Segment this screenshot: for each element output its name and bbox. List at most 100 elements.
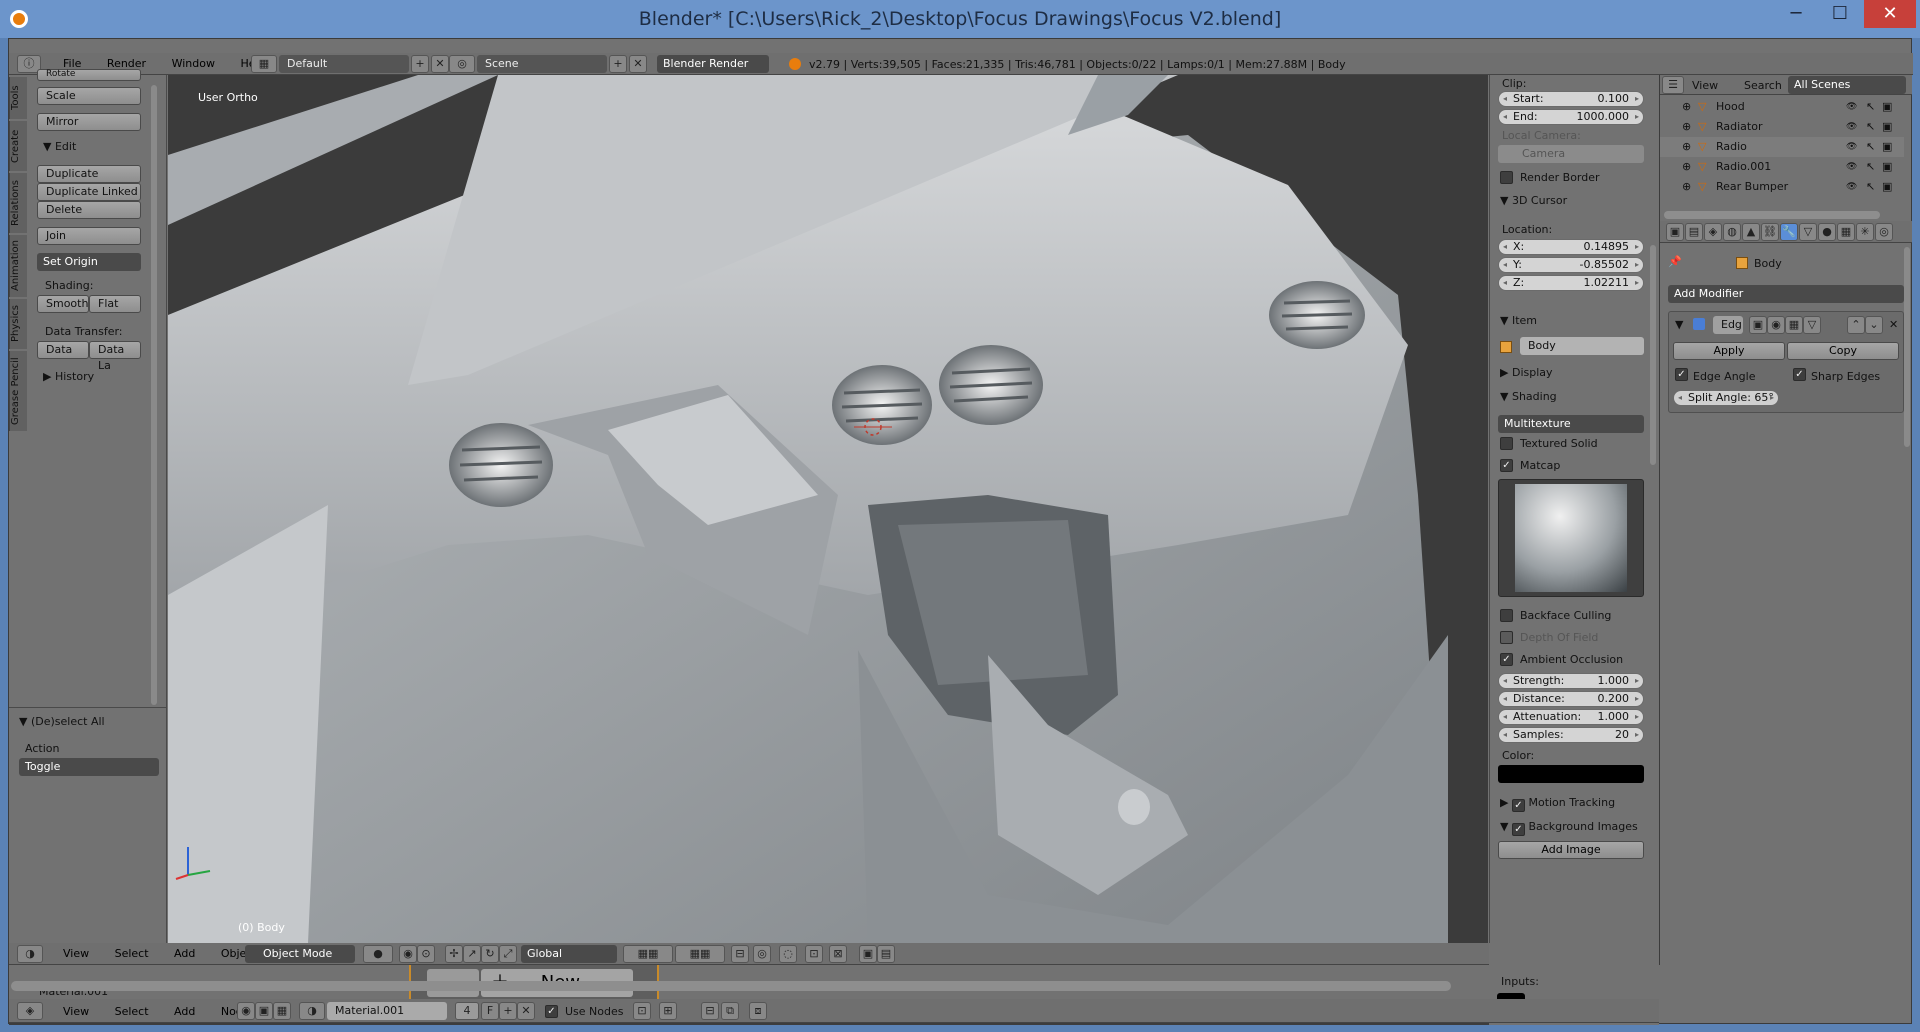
visibility-eye-icon[interactable]: 👁	[1846, 157, 1857, 177]
minimize-button[interactable]: ─	[1774, 0, 1818, 28]
visibility-eye-icon[interactable]: 👁	[1846, 97, 1857, 117]
data-tab-icon[interactable]: ▽	[1799, 223, 1817, 241]
scale-icon[interactable]: ⤢	[499, 945, 517, 963]
mode-dropdown[interactable]: Object Mode	[245, 945, 355, 963]
modifier-remove-icon[interactable]: ✕	[1889, 318, 1898, 331]
tab-relations[interactable]: Relations	[9, 173, 27, 233]
close-button[interactable]: ✕	[1864, 0, 1916, 28]
modifier-editmode-icon[interactable]: ▦	[1785, 316, 1803, 334]
add-modifier-dropdown[interactable]: Add Modifier	[1668, 285, 1904, 303]
maximize-button[interactable]: ☐	[1818, 0, 1862, 28]
pivot-icon[interactable]: ◉	[399, 945, 417, 963]
node-menu-view[interactable]: View	[63, 1005, 89, 1018]
node-snap-element-icon[interactable]: ⊟	[701, 1002, 719, 1020]
snap-target-icon[interactable]: ⊠	[829, 945, 847, 963]
render-preview-icon[interactable]: ◎	[753, 945, 771, 963]
pin-icon[interactable]: 📌	[1668, 255, 1682, 268]
n-panel-scrollbar[interactable]	[1650, 245, 1656, 465]
use-nodes-checkbox[interactable]: ✓	[545, 1005, 558, 1018]
motion-tracking-section[interactable]: ▶ ✓ Motion Tracking	[1500, 793, 1615, 813]
render-border-checkbox[interactable]	[1500, 171, 1513, 184]
renderable-camera-icon[interactable]: ▣	[1882, 157, 1892, 177]
ao-color-swatch[interactable]	[1498, 765, 1644, 783]
3d-cursor-section[interactable]: ▼ 3D Cursor	[1500, 191, 1567, 211]
modifier-apply-button[interactable]: Apply	[1673, 342, 1785, 360]
shader-nodes-icon[interactable]: ◉	[237, 1002, 255, 1020]
render-layers-tab-icon[interactable]: ▤	[1685, 223, 1703, 241]
smooth-button[interactable]: Smooth	[37, 295, 89, 313]
local-camera-field[interactable]: Camera	[1498, 145, 1644, 163]
render-tab-icon[interactable]: ▣	[1666, 223, 1684, 241]
expand-icon[interactable]: ⊕	[1682, 97, 1691, 117]
3d-menu-select[interactable]: Select	[115, 947, 149, 960]
ao-strength-field[interactable]: ◂ Strength: 1.000 ▸	[1498, 673, 1644, 689]
node-editor-hscrollbar[interactable]	[11, 981, 1451, 991]
textured-solid-checkbox[interactable]	[1500, 437, 1513, 450]
join-button[interactable]: Join	[37, 227, 141, 245]
texture-nodes-icon[interactable]: ▦	[273, 1002, 291, 1020]
3d-menu-add[interactable]: Add	[174, 947, 195, 960]
modifiers-tab-icon[interactable]: 🔧	[1780, 223, 1798, 241]
menu-window[interactable]: Window	[172, 57, 215, 70]
expand-icon[interactable]: ⊕	[1682, 157, 1691, 177]
screen-layout-icon[interactable]: ▦	[251, 55, 277, 73]
render-engine-dropdown[interactable]: Blender Render	[657, 55, 769, 73]
modifier-move-down-icon[interactable]: ⌄	[1865, 316, 1883, 334]
material-name-field[interactable]: Material.001	[327, 1002, 447, 1020]
layers-grid-2-icon[interactable]: ▦▦	[675, 945, 725, 963]
matcap-preview[interactable]	[1498, 479, 1644, 597]
compositing-nodes-icon[interactable]: ▣	[255, 1002, 273, 1020]
add-image-button[interactable]: Add Image	[1498, 841, 1644, 859]
duplicate-linked-button[interactable]: Duplicate Linked	[37, 183, 141, 201]
selectable-cursor-icon[interactable]: ↖	[1866, 97, 1875, 117]
translate-icon[interactable]: ↗	[463, 945, 481, 963]
properties-scrollbar[interactable]	[1904, 247, 1910, 447]
outliner-editor-icon[interactable]: ☰	[1662, 76, 1684, 94]
orientation-dropdown[interactable]: Global	[521, 945, 617, 963]
shading-mode-dropdown[interactable]: Multitexture	[1498, 415, 1644, 433]
snap-node-icon[interactable]: ⊞	[659, 1002, 677, 1020]
tab-create[interactable]: Create	[9, 121, 27, 171]
ao-samples-field[interactable]: ◂ Samples: 20 ▸	[1498, 727, 1644, 743]
data-button[interactable]: Data	[37, 341, 89, 359]
tab-grease-pencil[interactable]: Grease Pencil	[9, 351, 27, 431]
modifier-cage-icon[interactable]: ▽	[1803, 316, 1821, 334]
tab-physics[interactable]: Physics	[9, 299, 27, 349]
selectable-cursor-icon[interactable]: ↖	[1866, 157, 1875, 177]
dof-checkbox[interactable]	[1500, 631, 1513, 644]
clip-start-field[interactable]: ◂ Start: 0.100 ▸	[1498, 91, 1644, 107]
modifier-move-up-icon[interactable]: ⌃	[1847, 316, 1865, 334]
modifier-render-icon[interactable]: ▣	[1749, 316, 1767, 334]
visibility-eye-icon[interactable]: 👁	[1846, 177, 1857, 197]
background-images-section[interactable]: ▼ ✓ Background Images	[1500, 817, 1638, 837]
rotate-icon[interactable]: ↻	[481, 945, 499, 963]
expand-icon[interactable]: ⊕	[1682, 177, 1691, 197]
add-material-icon[interactable]: +	[499, 1002, 517, 1020]
node-copy-icon[interactable]: ⧉	[721, 1002, 739, 1020]
world-tab-icon[interactable]: ◍	[1723, 223, 1741, 241]
outliner-item[interactable]: ⊕ ▽ Radio.001 👁 ↖ ▣	[1660, 157, 1904, 177]
remove-layout-icon[interactable]: ✕	[431, 55, 449, 73]
modifier-name-field[interactable]: Edg	[1713, 316, 1743, 334]
layers-grid-icon[interactable]: ▦▦	[623, 945, 673, 963]
background-images-checkbox[interactable]: ✓	[1511, 823, 1525, 836]
history-section-header[interactable]: ▶ History	[43, 367, 94, 387]
split-angle-field[interactable]: ◂ Split Angle: 65° ▸	[1673, 390, 1779, 406]
expand-icon[interactable]: ⊕	[1682, 117, 1691, 137]
3d-menu-view[interactable]: View	[63, 947, 89, 960]
fake-user-button[interactable]: F	[481, 1002, 499, 1020]
edge-angle-checkbox[interactable]: ✓	[1675, 368, 1688, 381]
texture-tab-icon[interactable]: ▦	[1837, 223, 1855, 241]
unlink-material-icon[interactable]: ✕	[517, 1002, 535, 1020]
item-name-field[interactable]: Body	[1520, 337, 1644, 355]
scene-tab-icon[interactable]: ◈	[1704, 223, 1722, 241]
node-paste-icon[interactable]: ⧈	[749, 1002, 767, 1020]
outliner-item[interactable]: ⊕ ▽ Rear Bumper 👁 ↖ ▣	[1660, 177, 1904, 197]
scale-button[interactable]: Scale	[37, 87, 141, 105]
visibility-eye-icon[interactable]: 👁	[1846, 117, 1857, 137]
ao-checkbox[interactable]: ✓	[1500, 653, 1513, 666]
remove-scene-icon[interactable]: ✕	[629, 55, 647, 73]
visibility-eye-icon[interactable]: 👁	[1846, 137, 1857, 157]
outliner-item[interactable]: ⊕ ▽ Radio 👁 ↖ ▣	[1660, 137, 1904, 157]
node-editor-type-icon[interactable]: ◈	[17, 1002, 43, 1020]
